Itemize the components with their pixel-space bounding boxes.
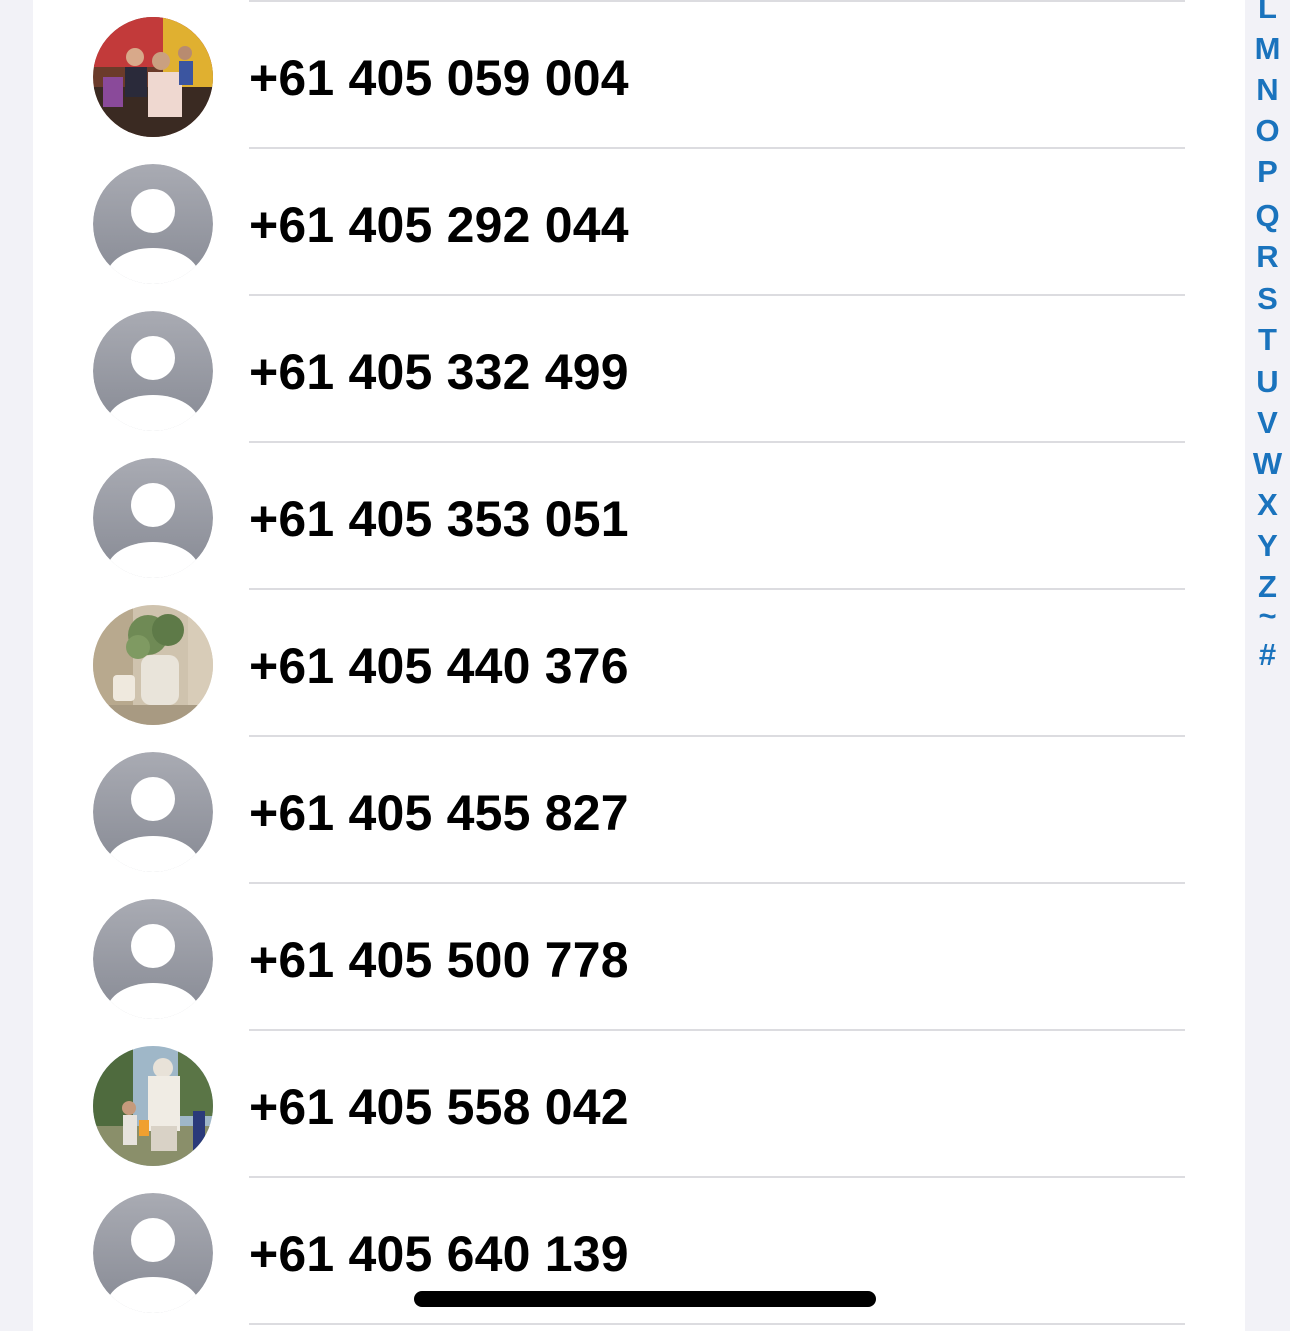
contact-row[interactable]: +61 405 332 499 <box>33 296 1245 443</box>
contact-phone-number: +61 405 353 051 <box>249 491 629 547</box>
index-letter-p[interactable]: P <box>1245 154 1290 190</box>
contact-row[interactable]: +61 405 292 044 <box>33 149 1245 296</box>
contact-row[interactable]: +61 405 455 827 <box>33 737 1245 884</box>
contact-row[interactable]: +61 405 353 051 <box>33 443 1245 590</box>
alphabet-index[interactable]: L M N O P Q R S T U V W X Y Z ~ # <box>1245 0 1290 1331</box>
contact-row[interactable]: +61 405 059 004 <box>33 2 1245 149</box>
index-letter-x[interactable]: X <box>1245 487 1290 523</box>
contact-phone-number: +61 405 059 004 <box>249 50 629 106</box>
index-letter-s[interactable]: S <box>1245 281 1290 317</box>
index-letter-t[interactable]: T <box>1245 322 1290 358</box>
index-letter-q[interactable]: Q <box>1245 198 1290 234</box>
index-letter-tilde[interactable]: ~ <box>1245 598 1290 634</box>
person-silhouette-icon <box>93 458 213 578</box>
index-letter-r[interactable]: R <box>1245 239 1290 275</box>
index-letter-u[interactable]: U <box>1245 364 1290 400</box>
person-silhouette-icon <box>93 311 213 431</box>
index-letter-w[interactable]: W <box>1245 446 1290 482</box>
contact-placeholder-avatar <box>93 458 213 578</box>
contact-phone-number: +61 405 558 042 <box>249 1079 629 1135</box>
contact-row[interactable]: +61 405 558 042 <box>33 1031 1245 1178</box>
plant-photo-icon <box>93 605 213 725</box>
contact-phone-number: +61 405 440 376 <box>249 638 629 694</box>
contacts-screen: +61 405 059 004 +61 405 292 044 +61 405 … <box>0 0 1290 1331</box>
contact-phone-number: +61 405 332 499 <box>249 344 629 400</box>
contact-photo-avatar <box>93 605 213 725</box>
contact-placeholder-avatar <box>93 899 213 1019</box>
contact-placeholder-avatar <box>93 311 213 431</box>
contact-phone-number: +61 405 640 139 <box>249 1226 629 1282</box>
statue-photo-icon <box>93 1046 213 1166</box>
contact-phone-number: +61 405 455 827 <box>249 785 629 841</box>
index-letter-v[interactable]: V <box>1245 405 1290 441</box>
contact-phone-number: +61 405 500 778 <box>249 932 629 988</box>
contact-row[interactable]: +61 405 500 778 <box>33 884 1245 1031</box>
person-silhouette-icon <box>93 1193 213 1313</box>
person-silhouette-icon <box>93 752 213 872</box>
index-letter-hash[interactable]: # <box>1245 637 1290 673</box>
index-letter-o[interactable]: O <box>1245 113 1290 149</box>
index-letter-y[interactable]: Y <box>1245 528 1290 564</box>
contact-placeholder-avatar <box>93 164 213 284</box>
index-letter-n[interactable]: N <box>1245 72 1290 108</box>
contact-placeholder-avatar <box>93 1193 213 1313</box>
row-divider <box>249 1323 1185 1325</box>
contact-phone-number: +61 405 292 044 <box>249 197 629 253</box>
contact-placeholder-avatar <box>93 752 213 872</box>
person-silhouette-icon <box>93 164 213 284</box>
home-indicator[interactable] <box>414 1291 876 1307</box>
contact-photo-avatar <box>93 17 213 137</box>
index-letter-m[interactable]: M <box>1245 31 1290 67</box>
index-letter-l[interactable]: L <box>1245 0 1290 26</box>
family-photo-icon <box>93 17 213 137</box>
contact-photo-avatar <box>93 1046 213 1166</box>
person-silhouette-icon <box>93 899 213 1019</box>
contact-row[interactable]: +61 405 440 376 <box>33 590 1245 737</box>
